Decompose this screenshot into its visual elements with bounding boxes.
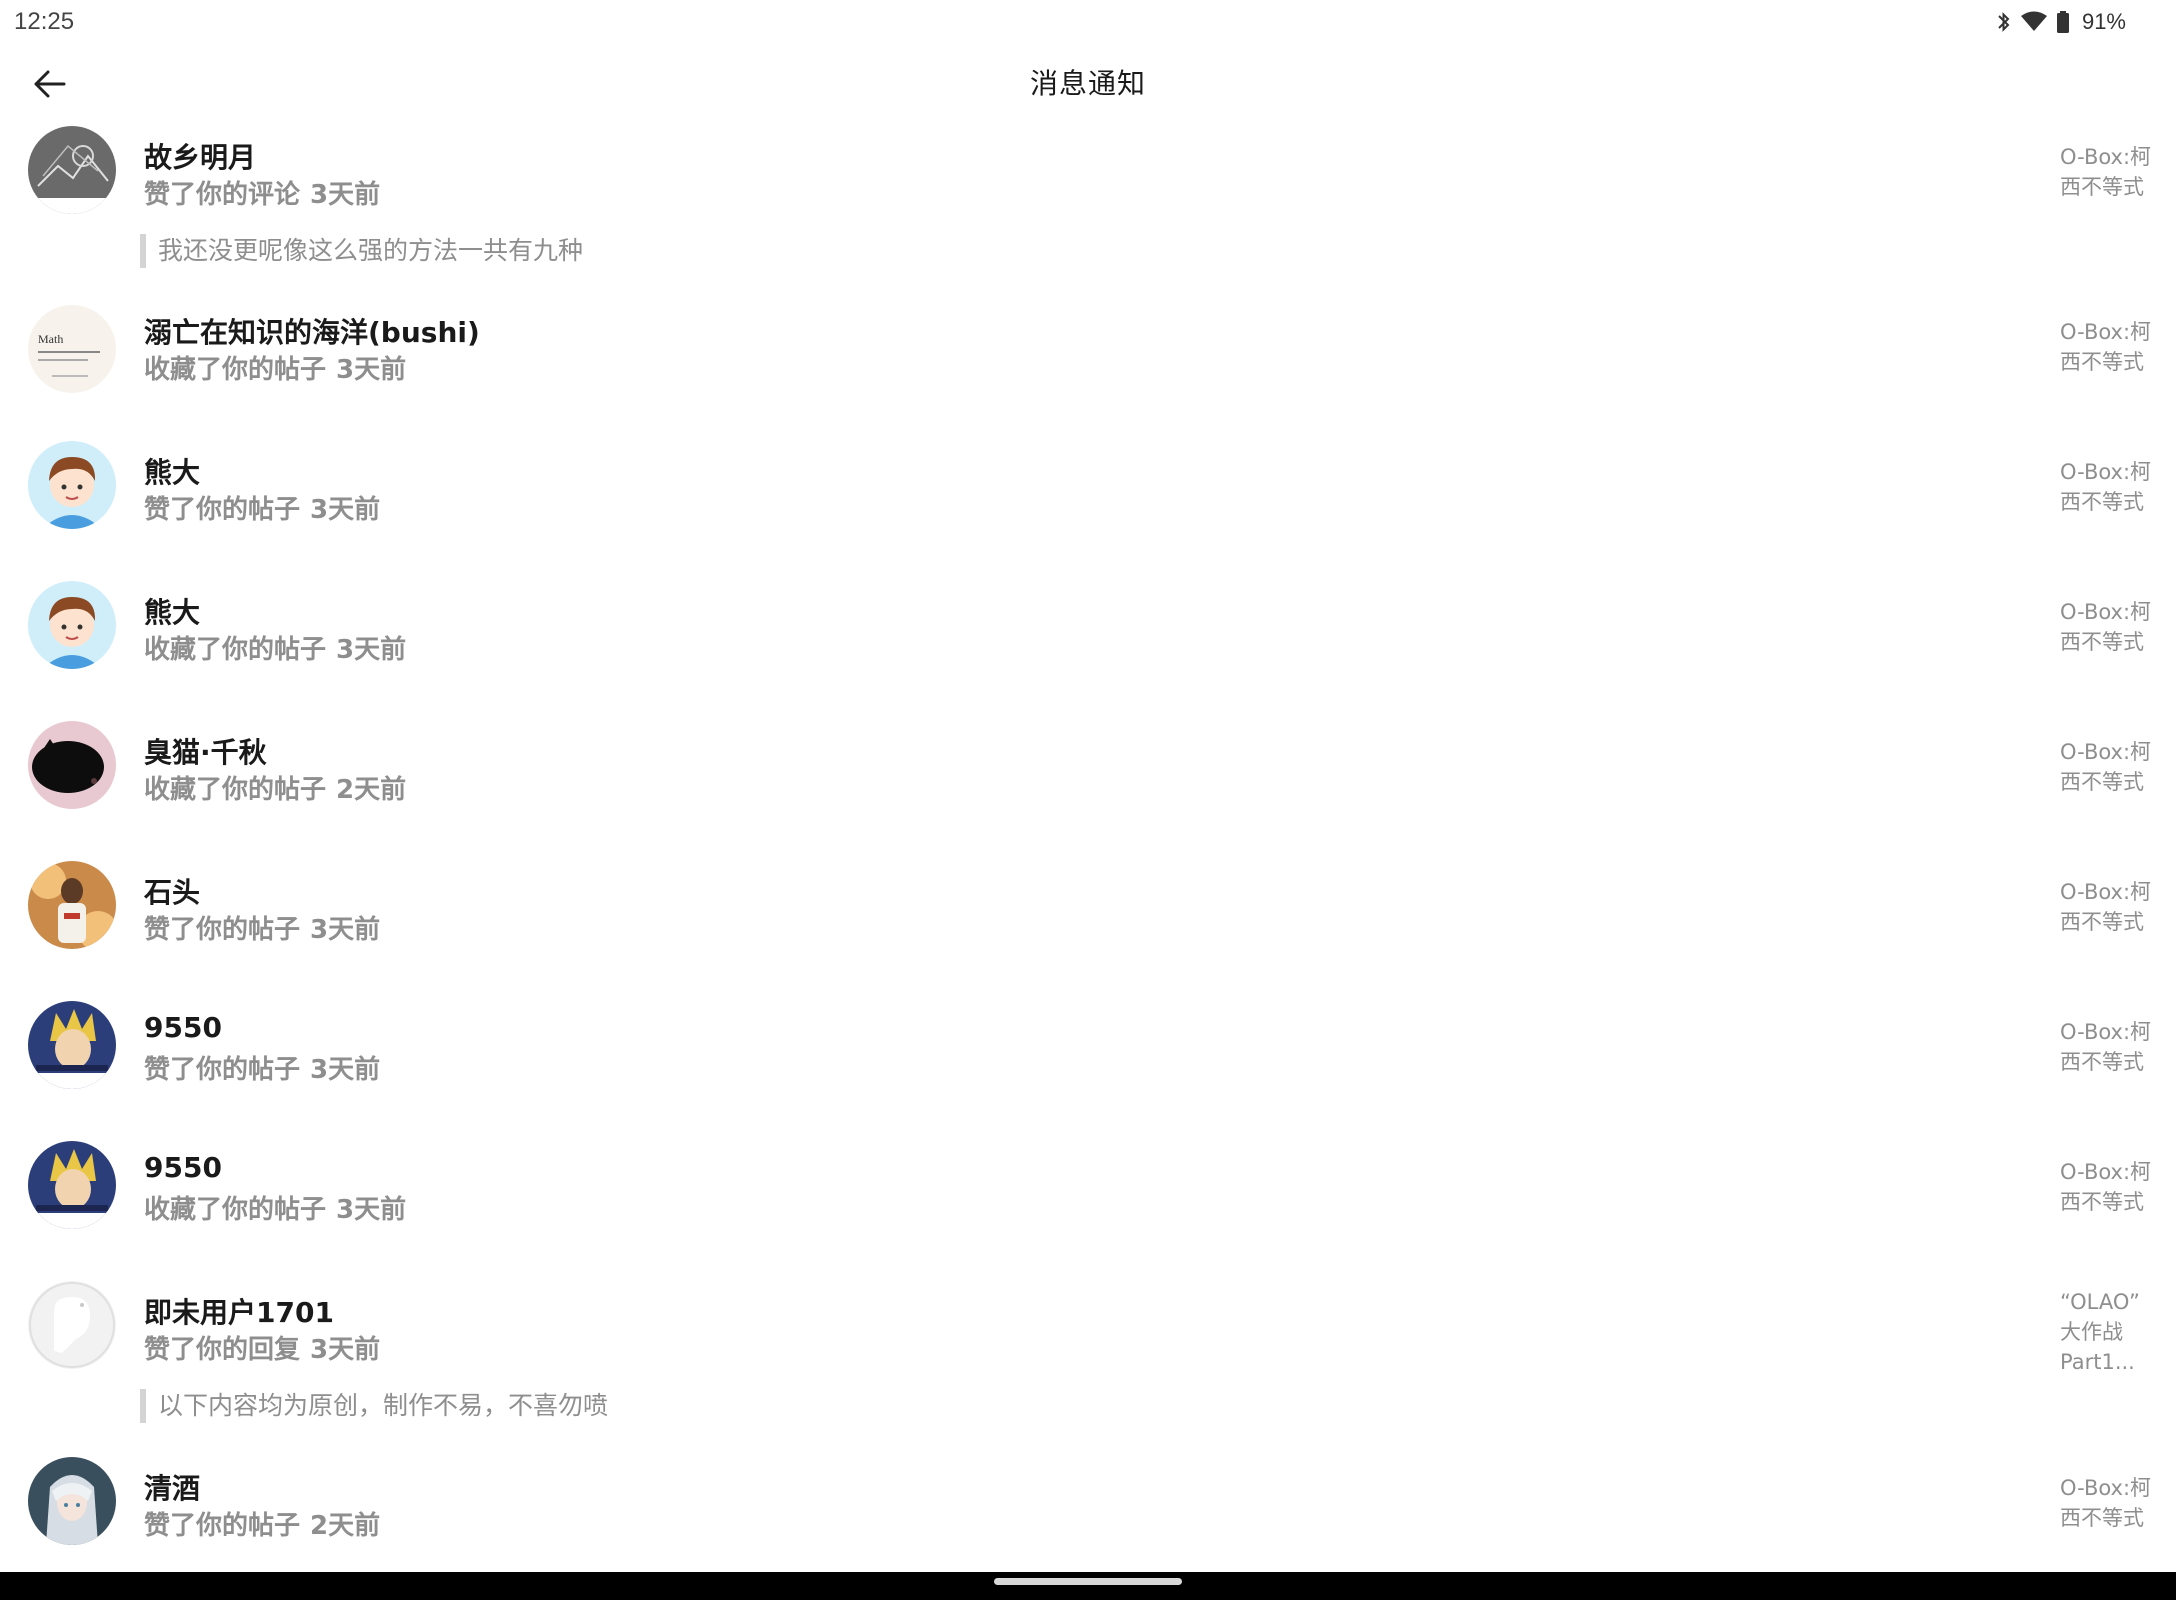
- page-title: 消息通知: [1029, 67, 1146, 100]
- back-button[interactable]: [22, 60, 76, 108]
- target-post-title[interactable]: O-Box:柯 西不等式: [2060, 1017, 2160, 1077]
- action-text: 赞了你的帖子: [144, 495, 301, 525]
- action-line: 赞了你的评论 3天前: [144, 174, 390, 211]
- target-post-title[interactable]: O-Box:柯 西不等式: [2060, 877, 2160, 937]
- avatar[interactable]: [28, 861, 116, 949]
- avatar[interactable]: [28, 581, 116, 669]
- notification-item[interactable]: 故乡明月 赞了你的评论 3天前 我还没更呢像这么强的方法一共有九种 O-Box:柯…: [0, 120, 2176, 295]
- time-text: 3天前: [310, 1335, 381, 1365]
- battery-level: 91%: [2081, 9, 2126, 34]
- status-time: 12:25: [14, 8, 75, 35]
- target-post-title[interactable]: O-Box:柯 西不等式: [2060, 457, 2160, 517]
- back-arrow-icon: [34, 70, 66, 98]
- user-name[interactable]: 故乡明月: [144, 136, 256, 176]
- app-bar: 消息通知: [0, 44, 2176, 120]
- home-gesture-handle[interactable]: [994, 1578, 1182, 1585]
- action-line: 赞了你的帖子 2天前: [144, 1505, 390, 1542]
- avatar[interactable]: Math: [28, 305, 116, 393]
- user-name[interactable]: 臭猫·千秋: [144, 731, 267, 771]
- action-text: 收藏了你的帖子: [144, 355, 327, 385]
- user-name[interactable]: 溺亡在知识的海洋(bushi): [144, 311, 480, 351]
- time-text: 3天前: [310, 495, 381, 525]
- notification-item[interactable]: 9550 赞了你的帖子 3天前 O-Box:柯 西不等式: [0, 995, 2176, 1135]
- time-text: 3天前: [336, 635, 407, 665]
- notification-item[interactable]: 熊大 赞了你的帖子 3天前 O-Box:柯 西不等式: [0, 435, 2176, 575]
- time-text: 3天前: [310, 180, 381, 210]
- time-text: 2天前: [336, 775, 407, 805]
- action-line: 收藏了你的帖子 3天前: [144, 349, 416, 386]
- notification-item[interactable]: 9550 收藏了你的帖子 3天前 O-Box:柯 西不等式: [0, 1135, 2176, 1275]
- user-name[interactable]: 即未用户1701: [144, 1291, 334, 1331]
- target-post-title[interactable]: O-Box:柯 西不等式: [2060, 317, 2160, 377]
- time-text: 3天前: [310, 1055, 381, 1085]
- avatar[interactable]: [28, 721, 116, 809]
- user-name[interactable]: 清酒: [144, 1467, 200, 1507]
- action-line: 赞了你的帖子 3天前: [144, 489, 390, 526]
- time-text: 3天前: [310, 915, 381, 945]
- notification-item[interactable]: Math 溺亡在知识的海洋(bushi) 收藏了你的帖子 3天前 O-Box:柯 …: [0, 295, 2176, 435]
- action-text: 赞了你的评论: [144, 180, 301, 210]
- action-line: 收藏了你的帖子 3天前: [144, 629, 416, 666]
- avatar[interactable]: [28, 1001, 116, 1089]
- action-line: 收藏了你的帖子 2天前: [144, 769, 416, 806]
- action-line: 赞了你的回复 3天前: [144, 1329, 390, 1366]
- user-name[interactable]: 石头: [144, 871, 200, 911]
- quoted-content[interactable]: 以下内容均为原创，制作不易，不喜勿喷: [140, 1389, 608, 1423]
- notification-list: 故乡明月 赞了你的评论 3天前 我还没更呢像这么强的方法一共有九种 O-Box:柯…: [0, 120, 2176, 1581]
- quoted-content[interactable]: 我还没更呢像这么强的方法一共有九种: [140, 234, 583, 268]
- target-post-title[interactable]: O-Box:柯 西不等式: [2060, 1473, 2160, 1533]
- user-name[interactable]: 熊大: [144, 451, 200, 491]
- bluetooth-icon: [1996, 10, 2012, 34]
- action-text: 赞了你的帖子: [144, 915, 301, 945]
- action-text: 收藏了你的帖子: [144, 635, 327, 665]
- action-text: 收藏了你的帖子: [144, 1195, 327, 1225]
- status-icons: 91%: [1996, 9, 2126, 35]
- avatar[interactable]: [28, 441, 116, 529]
- time-text: 3天前: [336, 1195, 407, 1225]
- avatar[interactable]: [28, 1457, 116, 1545]
- target-post-title[interactable]: O-Box:柯 西不等式: [2060, 597, 2160, 657]
- target-post-title[interactable]: O-Box:柯 西不等式: [2060, 142, 2160, 202]
- action-line: 收藏了你的帖子 3天前: [144, 1189, 416, 1226]
- action-text: 赞了你的帖子: [144, 1511, 301, 1541]
- wifi-icon: [2020, 10, 2048, 34]
- time-text: 3天前: [336, 355, 407, 385]
- action-text: 赞了你的帖子: [144, 1055, 301, 1085]
- notification-item[interactable]: 石头 赞了你的帖子 3天前 O-Box:柯 西不等式: [0, 855, 2176, 995]
- target-post-title[interactable]: O-Box:柯 西不等式: [2060, 737, 2160, 797]
- action-text: 赞了你的回复: [144, 1335, 301, 1365]
- user-name[interactable]: 9550: [144, 1011, 222, 1044]
- avatar[interactable]: [28, 1281, 116, 1369]
- avatar[interactable]: [28, 126, 116, 214]
- time-text: 2天前: [310, 1511, 381, 1541]
- status-bar: 12:25 91%: [0, 0, 2176, 44]
- avatar-math-text: Math: [38, 332, 63, 346]
- notification-item[interactable]: 熊大 收藏了你的帖子 3天前 O-Box:柯 西不等式: [0, 575, 2176, 715]
- user-name[interactable]: 熊大: [144, 591, 200, 631]
- notification-item[interactable]: 清酒 赞了你的帖子 2天前 O-Box:柯 西不等式: [0, 1451, 2176, 1581]
- navigation-bar: [0, 1572, 2176, 1600]
- action-text: 收藏了你的帖子: [144, 775, 327, 805]
- action-line: 赞了你的帖子 3天前: [144, 1049, 390, 1086]
- target-post-title[interactable]: “OLAO” 大作战 Part1...: [2060, 1287, 2160, 1377]
- action-line: 赞了你的帖子 3天前: [144, 909, 390, 946]
- battery-icon: [2056, 10, 2070, 34]
- target-post-title[interactable]: O-Box:柯 西不等式: [2060, 1157, 2160, 1217]
- notification-item[interactable]: 即未用户1701 赞了你的回复 3天前 以下内容均为原创，制作不易，不喜勿喷 “O…: [0, 1275, 2176, 1451]
- user-name[interactable]: 9550: [144, 1151, 222, 1184]
- avatar[interactable]: [28, 1141, 116, 1229]
- notification-item[interactable]: 臭猫·千秋 收藏了你的帖子 2天前 O-Box:柯 西不等式: [0, 715, 2176, 855]
